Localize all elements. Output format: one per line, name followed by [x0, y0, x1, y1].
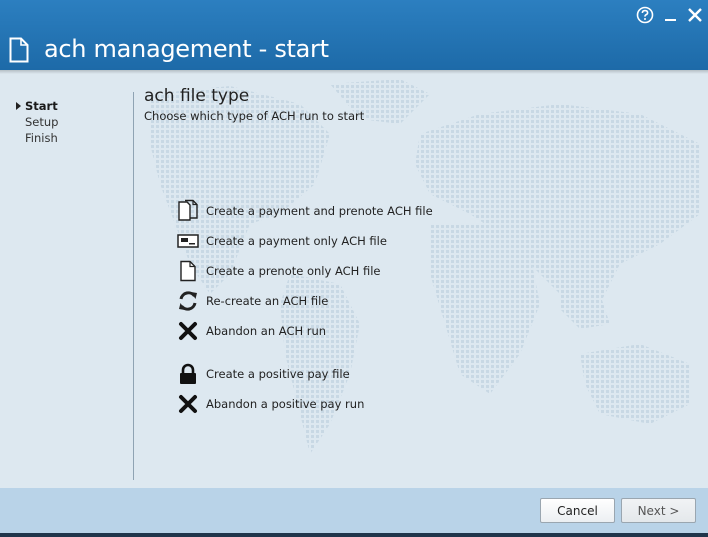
section-subtitle: Choose which type of ACH run to start	[144, 109, 365, 123]
section-title: ach file type	[144, 86, 250, 106]
wizard-steps: Start Setup Finish	[16, 98, 58, 146]
documents-icon	[178, 199, 198, 221]
step-label: Finish	[25, 131, 58, 145]
title-bar: ach management - start	[0, 0, 708, 70]
option-abandon-positive-pay[interactable]: Abandon a positive pay run	[176, 392, 364, 416]
step-setup: Setup	[16, 114, 58, 130]
step-finish: Finish	[16, 130, 58, 146]
minimize-icon[interactable]	[662, 6, 680, 24]
option-label: Create a payment only ACH file	[206, 234, 387, 248]
taskbar-strip	[0, 533, 708, 537]
step-label: Setup	[25, 115, 59, 129]
option-payment-only[interactable]: Create a payment only ACH file	[176, 229, 387, 253]
close-icon[interactable]	[686, 6, 704, 24]
option-label: Abandon an ACH run	[206, 324, 327, 338]
x-icon	[179, 395, 197, 413]
option-label: Re-create an ACH file	[206, 294, 329, 308]
option-positive-pay-file[interactable]: Create a positive pay file	[176, 362, 350, 386]
next-button[interactable]: Next >	[621, 498, 696, 523]
vertical-divider	[133, 92, 134, 480]
option-abandon-ach-run[interactable]: Abandon an ACH run	[176, 319, 326, 343]
check-card-icon	[177, 234, 199, 248]
document-icon	[9, 37, 29, 63]
option-label: Create a prenote only ACH file	[206, 264, 381, 278]
header-shadow	[0, 70, 708, 74]
wizard-window: ach management - start Start Setup Finis…	[0, 0, 708, 537]
x-icon	[179, 322, 197, 340]
option-recreate-ach[interactable]: Re-create an ACH file	[176, 289, 328, 313]
option-payment-and-prenote[interactable]: Create a payment and prenote ACH file	[176, 199, 433, 223]
option-prenote-only[interactable]: Create a prenote only ACH file	[176, 259, 380, 283]
step-start: Start	[16, 98, 58, 114]
caret-right-icon	[16, 102, 21, 110]
lock-icon	[180, 363, 196, 384]
refresh-icon	[179, 291, 197, 311]
cancel-button[interactable]: Cancel	[540, 498, 615, 523]
help-icon[interactable]	[636, 6, 654, 24]
document-icon	[180, 260, 196, 282]
option-label: Abandon a positive pay run	[206, 397, 365, 411]
window-title: ach management - start	[44, 35, 329, 63]
option-label: Create a payment and prenote ACH file	[206, 204, 433, 218]
option-label: Create a positive pay file	[206, 367, 350, 381]
step-label: Start	[25, 99, 58, 113]
